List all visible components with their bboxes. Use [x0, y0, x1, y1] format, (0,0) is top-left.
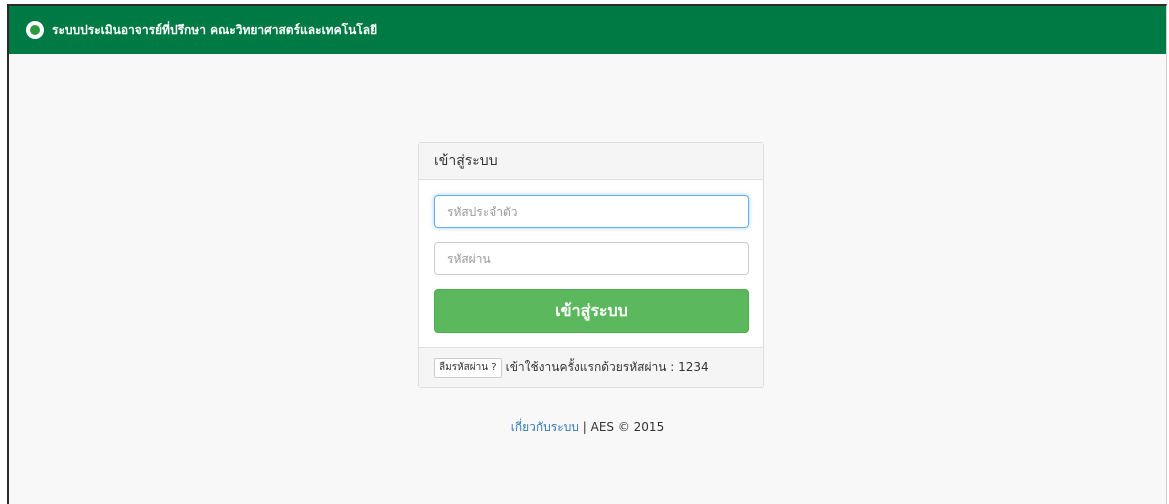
login-panel: เข้าสู่ระบบ เข้าสู่ระบบ ลืมรหัสผ่าน ? เข… [418, 142, 764, 388]
login-form: เข้าสู่ระบบ [419, 180, 763, 347]
login-panel-footer: ลืมรหัสผ่าน ? เข้าใช้งานครั้งแรกด้วยรหัส… [419, 347, 763, 387]
brand-logo-icon [26, 21, 44, 39]
first-login-password-note: เข้าใช้งานครั้งแรกด้วยรหัสผ่าน : 1234 [505, 360, 709, 374]
forgot-password-button[interactable]: ลืมรหัสผ่าน ? [434, 357, 502, 378]
top-navbar: ระบบประเมินอาจารย์ที่ปรึกษา คณะวิทยาศาสต… [9, 6, 1166, 54]
copyright-text: | AES © 2015 [582, 420, 665, 434]
browser-page: ระบบประเมินอาจารย์ที่ปรึกษา คณะวิทยาศาสต… [7, 4, 1167, 504]
login-panel-heading: เข้าสู่ระบบ [419, 143, 763, 180]
student-id-input[interactable] [434, 195, 749, 228]
about-system-link[interactable]: เกี่ยวกับระบบ [511, 420, 579, 434]
page-footer: เกี่ยวกับระบบ | AES © 2015 [9, 418, 1166, 437]
password-input[interactable] [434, 242, 749, 275]
brand-title[interactable]: ระบบประเมินอาจารย์ที่ปรึกษา คณะวิทยาศาสต… [52, 21, 377, 40]
login-submit-button[interactable]: เข้าสู่ระบบ [434, 289, 749, 333]
